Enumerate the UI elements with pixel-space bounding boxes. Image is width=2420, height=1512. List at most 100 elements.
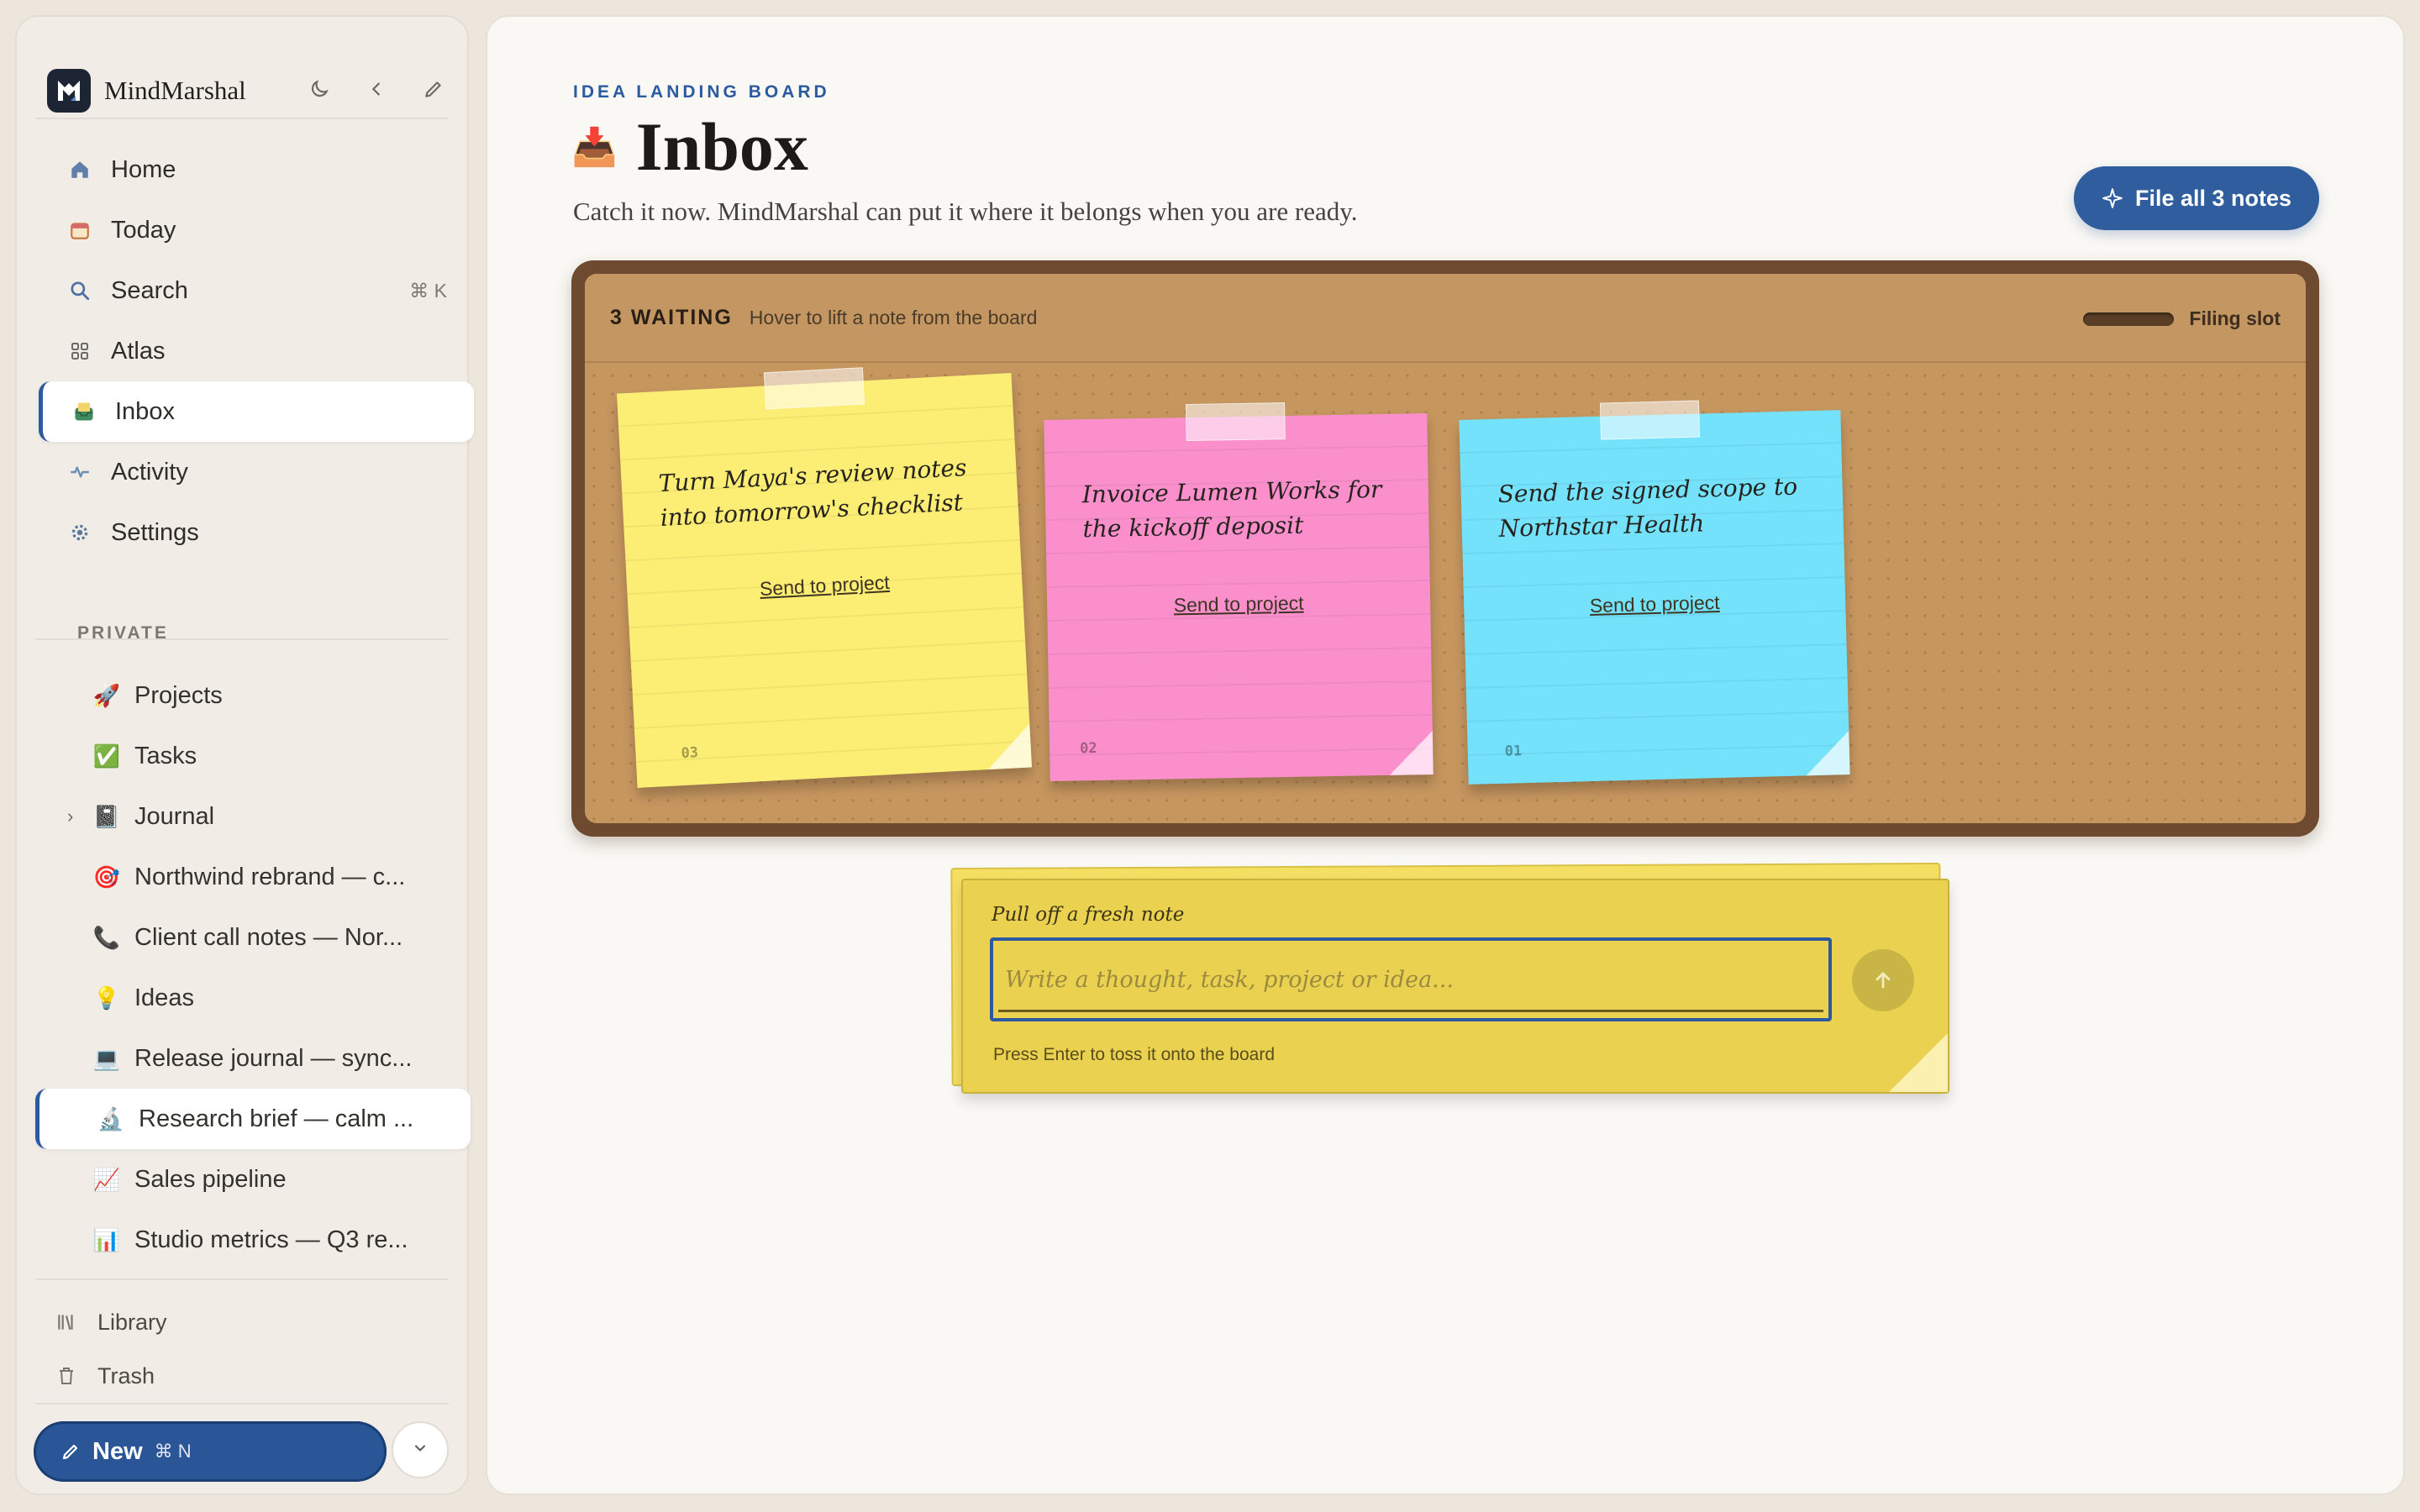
nav-item-settings[interactable]: Settings bbox=[39, 502, 474, 563]
new-button-label: New bbox=[92, 1437, 143, 1465]
page-item-release-journal[interactable]: 💻 Release journal — sync... bbox=[35, 1028, 471, 1089]
new-button[interactable]: New ⌘ N bbox=[34, 1421, 387, 1482]
divider bbox=[35, 638, 449, 640]
page-title: Inbox bbox=[635, 108, 808, 185]
board-header: 3 WAITING Hover to lift a note from the … bbox=[585, 274, 2306, 363]
page-item-client-call-notes[interactable]: 📞 Client call notes — Nor... bbox=[35, 907, 471, 968]
page-item-research-brief[interactable]: 🔬 Research brief — calm ... bbox=[35, 1089, 471, 1149]
tape bbox=[1185, 402, 1286, 442]
sidebar: MindMarshal Home Today Search ⌘ K Atlas … bbox=[15, 15, 474, 1495]
rocket-icon: 🚀 bbox=[92, 682, 121, 708]
nav-item-search[interactable]: Search ⌘ K bbox=[39, 260, 474, 321]
page-label: Studio metrics — Q3 re... bbox=[134, 1226, 408, 1253]
composer-hint: Press Enter to toss it onto the board bbox=[993, 1045, 1276, 1064]
page-curl bbox=[1388, 730, 1434, 775]
edit-icon[interactable] bbox=[422, 77, 445, 101]
calendar-icon bbox=[67, 218, 92, 243]
send-to-project-link[interactable]: Send to project bbox=[1464, 588, 1846, 621]
nav-label: Home bbox=[111, 155, 176, 183]
page-curl bbox=[1889, 1033, 1948, 1092]
search-shortcut: ⌘ K bbox=[409, 279, 447, 302]
app-name: MindMarshal bbox=[104, 76, 246, 105]
page-label: Client call notes — Nor... bbox=[134, 923, 403, 951]
note-number: 01 bbox=[1504, 743, 1523, 760]
divider bbox=[35, 1403, 449, 1404]
note-text: Turn Maya's review notes into tomorrow's… bbox=[657, 453, 968, 532]
app-logo-icon bbox=[47, 69, 91, 113]
chart-up-icon: 📈 bbox=[92, 1166, 121, 1192]
page-item-sales-pipeline[interactable]: 📈 Sales pipeline bbox=[35, 1149, 471, 1210]
page-label: Tasks bbox=[134, 742, 197, 769]
inbox-icon bbox=[71, 399, 97, 424]
nav-item-atlas[interactable]: Atlas bbox=[39, 321, 474, 381]
input-underline bbox=[998, 1010, 1823, 1012]
page-curl bbox=[986, 723, 1032, 770]
page-label: Release journal — sync... bbox=[134, 1044, 413, 1072]
gear-icon bbox=[67, 520, 92, 545]
bar-chart-icon: 📊 bbox=[92, 1226, 121, 1252]
page-subtitle: Catch it now. MindMarshal can put it whe… bbox=[573, 197, 1358, 226]
home-icon bbox=[67, 157, 92, 182]
note-text: Invoice Lumen Works for the kickoff depo… bbox=[1081, 475, 1382, 543]
moon-icon[interactable] bbox=[308, 77, 331, 101]
page-eyebrow: IDEA LANDING BOARD bbox=[573, 82, 830, 102]
page-item-tasks[interactable]: ✅ Tasks bbox=[35, 726, 471, 786]
nav-item-inbox[interactable]: Inbox bbox=[39, 381, 474, 442]
page-item-studio-metrics[interactable]: 📊 Studio metrics — Q3 re... bbox=[35, 1210, 471, 1270]
send-to-project-link[interactable]: Send to project bbox=[627, 564, 1023, 608]
sticky-note[interactable]: Invoice Lumen Works for the kickoff depo… bbox=[1044, 402, 1434, 781]
library-icon bbox=[54, 1311, 79, 1333]
note-number: 03 bbox=[681, 744, 699, 763]
checkmark-icon: ✅ bbox=[92, 743, 121, 769]
filing-slot[interactable]: Filing slot bbox=[2083, 307, 2281, 330]
search-icon bbox=[67, 278, 92, 303]
target-icon: 🎯 bbox=[92, 864, 121, 890]
arrow-up-icon bbox=[1871, 969, 1895, 992]
tape bbox=[763, 367, 865, 410]
waiting-count: 3 WAITING bbox=[610, 305, 733, 329]
fresh-note-composer: Pull off a fresh note Press Enter to tos… bbox=[961, 879, 1949, 1094]
chevron-right-icon[interactable]: › bbox=[67, 806, 73, 827]
toss-note-button[interactable] bbox=[1852, 949, 1914, 1011]
new-options-button[interactable] bbox=[392, 1421, 449, 1478]
page-curl bbox=[1805, 731, 1850, 776]
send-to-project-link[interactable]: Send to project bbox=[1047, 590, 1430, 619]
nav-item-today[interactable]: Today bbox=[39, 200, 474, 260]
cork-surface: 3 WAITING Hover to lift a note from the … bbox=[585, 274, 2306, 823]
nav-label: Search bbox=[111, 276, 188, 304]
activity-icon bbox=[67, 459, 92, 485]
collapse-sidebar-icon[interactable] bbox=[365, 77, 388, 101]
section-label-private: PRIVATE bbox=[77, 623, 169, 643]
divider bbox=[35, 1278, 449, 1280]
tape bbox=[1599, 400, 1701, 440]
new-edit-icon bbox=[60, 1441, 81, 1462]
notebook-icon: 📓 bbox=[92, 803, 121, 829]
cork-board: 3 WAITING Hover to lift a note from the … bbox=[571, 260, 2319, 837]
page-item-journal[interactable]: › 📓 Journal bbox=[35, 786, 471, 847]
page-item-northwind-rebrand[interactable]: 🎯 Northwind rebrand — c... bbox=[35, 847, 471, 907]
footer-item-library[interactable]: Library bbox=[54, 1297, 167, 1347]
sticky-note[interactable]: Send the signed scope to Northstar Healt… bbox=[1459, 400, 1850, 785]
page-label: Projects bbox=[134, 681, 223, 709]
nav-item-home[interactable]: Home bbox=[39, 139, 474, 200]
sparkle-icon bbox=[2102, 187, 2123, 209]
page-item-ideas[interactable]: 💡 Ideas bbox=[35, 968, 471, 1028]
new-button-shortcut: ⌘ N bbox=[154, 1441, 192, 1462]
chevron-down-icon bbox=[412, 1440, 429, 1461]
nav-label: Inbox bbox=[115, 397, 175, 425]
file-all-button[interactable]: File all 3 notes bbox=[2074, 166, 2319, 230]
laptop-icon: 💻 bbox=[92, 1045, 121, 1071]
sticky-note[interactable]: Turn Maya's review notes into tomorrow's… bbox=[617, 367, 1032, 788]
nav-item-activity[interactable]: Activity bbox=[39, 442, 474, 502]
page-label: Journal bbox=[134, 802, 215, 830]
page-label: Sales pipeline bbox=[134, 1165, 287, 1193]
footer-item-trash[interactable]: Trash bbox=[54, 1351, 155, 1401]
lightbulb-icon: 💡 bbox=[92, 984, 121, 1011]
nav-label: Settings bbox=[111, 518, 199, 546]
page-label: Research brief — calm ... bbox=[139, 1105, 414, 1132]
nav-label: Activity bbox=[111, 458, 188, 486]
composer-label: Pull off a fresh note bbox=[992, 904, 1185, 926]
nav-label: Today bbox=[111, 216, 176, 244]
note-input[interactable] bbox=[990, 937, 1832, 1021]
page-item-projects[interactable]: 🚀 Projects bbox=[35, 665, 471, 726]
